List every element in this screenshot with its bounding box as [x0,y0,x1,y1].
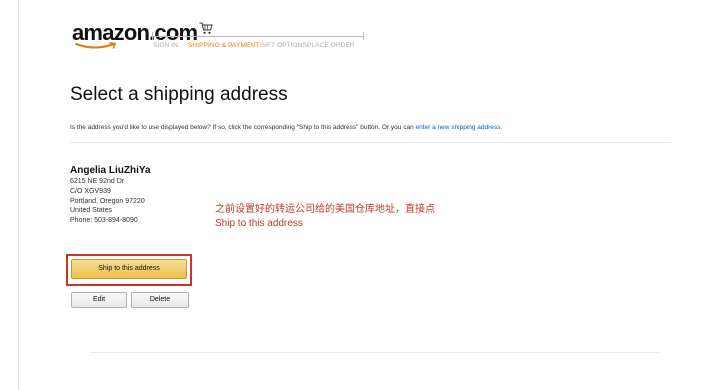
page-left-border [18,0,19,390]
intro-text-body: Is the address you'd like to use display… [70,124,416,131]
annotation-line-1: 之前设置好的转运公司给的美国仓库地址，直接点 [215,204,435,215]
address-phone: Phone: 503-894-8090 [70,217,138,225]
intro-text: Is the address you'd like to use display… [70,124,502,131]
address-country: United States [70,207,113,215]
new-address-link[interactable]: enter a new shipping address [416,124,501,131]
step-sign-in: SIGN IN [153,42,178,49]
progress-line [152,36,364,37]
address-block: Angelia LiuZhiYa 6215 NE 92nd Dr C/O XGV… [70,164,151,226]
smile-arrow-icon [75,42,117,49]
ship-to-this-address-button[interactable]: Ship to this address [71,259,187,279]
address-line: Portland, Oregon 97220 [70,197,145,205]
cart-icon [199,22,213,34]
address-name: Angelia LiuZhiYa [70,165,151,176]
step-place-order: PLACE ORDER [307,42,355,49]
address-line: 6215 NE 92nd Dr [70,178,125,185]
address-line: C/O XGV939 [70,187,111,195]
bottom-divider [90,352,660,353]
progress-tick [152,32,153,40]
edit-button[interactable]: Edit [71,292,127,308]
delete-button[interactable]: Delete [131,292,189,308]
progress-tick [363,32,364,40]
step-gift-options: GIFT OPTIONS [260,42,307,49]
annotation-line-2: Ship to this address [215,218,303,229]
page-title: Select a shipping address [70,84,288,105]
divider [70,142,670,143]
annotation-note: 之前设置好的转运公司给的美国仓库地址，直接点 Ship to this addr… [215,203,435,231]
checkout-progress: SIGN IN SHIPPING & PAYMENT GIFT OPTIONS … [148,22,368,52]
step-shipping-payment: SHIPPING & PAYMENT [188,42,260,49]
intro-text-end: . [500,124,503,131]
